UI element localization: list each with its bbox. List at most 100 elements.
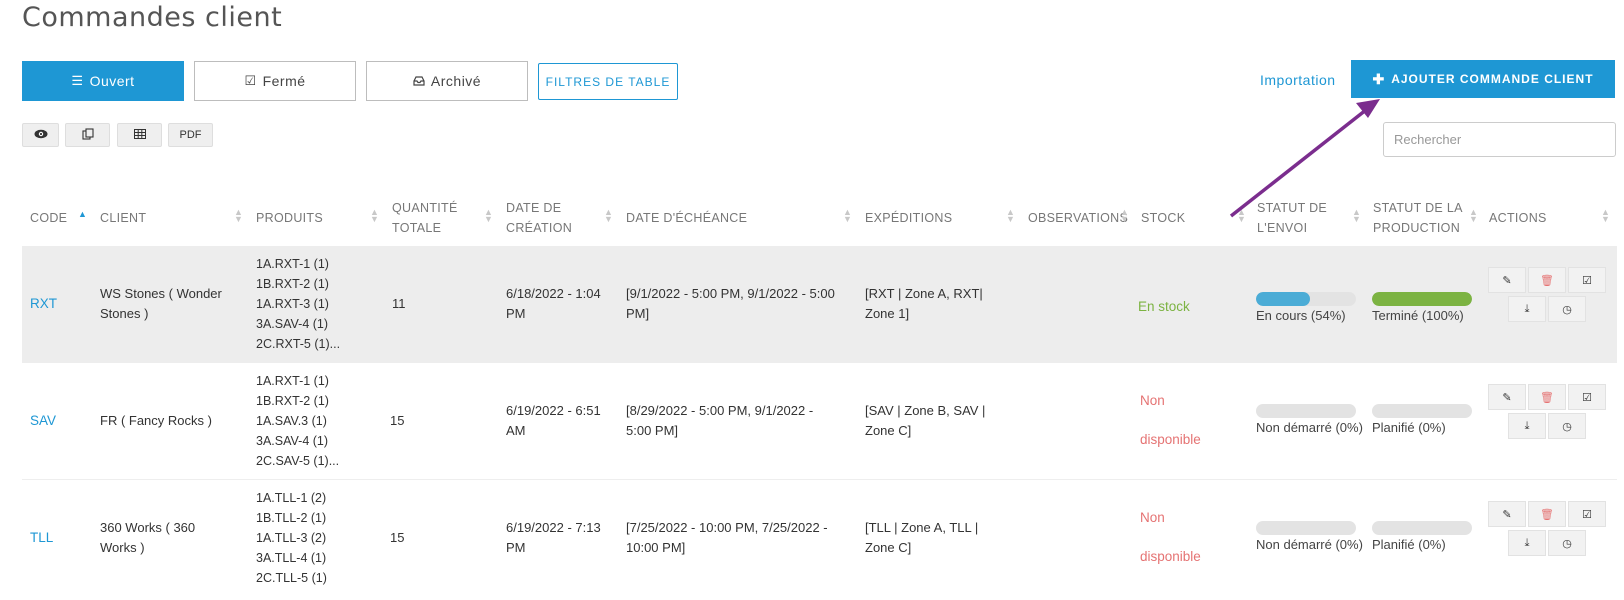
pdf-export-button[interactable]: PDF [168, 123, 213, 147]
sort-products-icon[interactable]: ▲ ▼ [370, 208, 379, 224]
header-production-status[interactable]: STATUT DE LA PRODUCTION [1373, 198, 1463, 238]
delete-button[interactable]: 🗑 [1528, 267, 1566, 293]
order-code-link[interactable]: SAV [30, 411, 56, 431]
product-item: 1A.SAV.3 (1) [256, 414, 327, 428]
product-item: 2C.TLL-5 (1) [256, 571, 327, 585]
client-line1: WS Stones ( Wonder [100, 286, 222, 301]
delete-button[interactable]: 🗑 [1528, 384, 1566, 410]
tab-open[interactable]: ☰ Ouvert [22, 61, 184, 101]
edit-button[interactable]: ✎ [1488, 267, 1526, 293]
tab-archived-label: Archivé [430, 73, 482, 89]
due-date-line1: [9/1/2022 - 5:00 PM, 9/1/2022 - 5:00 [626, 286, 835, 301]
trash-icon: 🗑 [1540, 391, 1554, 404]
client-line2: Stones ) [100, 306, 149, 321]
sort-quantity-icon[interactable]: ▲ ▼ [484, 208, 493, 224]
header-due-date[interactable]: DATE D'ÉCHÉANCE [626, 208, 747, 228]
creation-date-line1: 6/18/2022 - 1:04 [506, 286, 601, 301]
search-input[interactable] [1383, 122, 1616, 157]
header-creation-date-line1: DATE DE [506, 201, 562, 215]
header-client[interactable]: CLIENT [100, 208, 146, 228]
header-creation-date[interactable]: DATE DE CRÉATION [506, 198, 572, 238]
client-line1: FR ( Fancy Rocks ) [100, 413, 212, 428]
sort-due-date-icon[interactable]: ▲ ▼ [843, 208, 852, 224]
sort-shipments-icon[interactable]: ▲ ▼ [1006, 208, 1015, 224]
header-code[interactable]: CODE [30, 208, 67, 228]
shipping-progress-bar [1256, 292, 1356, 306]
product-item: 1B.RXT-2 (1) [256, 394, 329, 408]
product-item: 1A.TLL-3 (2) [256, 531, 327, 545]
stock-status-line1: Non [1140, 393, 1165, 408]
table-icon [133, 128, 146, 142]
stock-status: En stock [1138, 299, 1190, 314]
sort-stock-icon[interactable]: ▲ ▼ [1237, 208, 1246, 224]
sort-actions-icon[interactable]: ▲ ▼ [1601, 208, 1610, 224]
edit-button[interactable]: ✎ [1488, 501, 1526, 527]
download-button[interactable]: ⤓ [1508, 413, 1546, 439]
client-line2: Works ) [100, 540, 145, 555]
creation-date-line2: PM [506, 540, 526, 555]
header-stock[interactable]: STOCK [1141, 208, 1185, 228]
close-order-button[interactable]: ☑ [1568, 267, 1606, 293]
product-item: 1A.RXT-1 (1) [256, 257, 329, 271]
copy-button[interactable] [65, 123, 110, 147]
sort-shipping-status-icon[interactable]: ▲ ▼ [1352, 208, 1361, 224]
import-link[interactable]: Importation [1260, 72, 1336, 88]
column-visibility-button[interactable] [22, 123, 59, 147]
order-code-link[interactable]: TLL [30, 528, 53, 548]
header-total-quantity-line1: QUANTITÉ [392, 201, 458, 215]
close-order-button[interactable]: ☑ [1568, 384, 1606, 410]
order-code-link[interactable]: RXT [30, 294, 57, 314]
total-quantity: 15 [390, 530, 405, 545]
delete-button[interactable]: 🗑 [1528, 501, 1566, 527]
product-item: 1A.RXT-3 (1) [256, 297, 329, 311]
add-customer-order-button[interactable]: ✚ AJOUTER COMMANDE CLIENT [1351, 60, 1615, 98]
table-row: RXT WS Stones ( Wonder Stones ) 1A.RXT-1 (1… [22, 246, 1617, 363]
products-list: 1A.RXT-1 (1) 1B.RXT-2 (1) 1A.RXT-3 (1) 3A.S… [256, 254, 340, 354]
checkbox-icon: ☑ [1582, 274, 1592, 287]
shipments-line2: Zone 1] [865, 306, 910, 321]
creation-date: 6/19/2022 - 6:51 AM [506, 401, 601, 441]
edit-button[interactable]: ✎ [1488, 384, 1526, 410]
header-shipments[interactable]: EXPÉDITIONS [865, 208, 952, 228]
excel-export-button[interactable] [117, 123, 162, 147]
creation-date-line1: 6/19/2022 - 6:51 [506, 403, 601, 418]
due-date: [9/1/2022 - 5:00 PM, 9/1/2022 - 5:00 PM] [626, 284, 835, 324]
sort-client-icon[interactable]: ▲ ▼ [234, 208, 243, 224]
header-shipping-status[interactable]: STATUT DE L'ENVOI [1257, 198, 1327, 238]
shipments-line1: [TLL | Zone A, TLL | [865, 520, 979, 535]
sort-creation-date-icon[interactable]: ▲ ▼ [604, 208, 613, 224]
shipping-progress-bar [1256, 404, 1356, 418]
sort-production-status-icon[interactable]: ▲ ▼ [1469, 208, 1478, 224]
header-total-quantity[interactable]: QUANTITÉ TOTALE [392, 198, 458, 238]
due-date-line2: PM] [626, 306, 650, 321]
sort-code-icon[interactable]: ▲ [78, 210, 87, 219]
details-button[interactable]: ◷ [1548, 413, 1586, 439]
clock-icon: ◷ [1562, 303, 1572, 316]
product-item: 3A.SAV-4 (1) [256, 317, 329, 331]
details-button[interactable]: ◷ [1548, 530, 1586, 556]
header-observations[interactable]: OBSERVATIONS [1028, 208, 1128, 228]
shipments-line1: [SAV | Zone B, SAV | [865, 403, 986, 418]
download-button[interactable]: ⤓ [1508, 296, 1546, 322]
tab-closed[interactable]: ☑ Fermé [194, 61, 356, 101]
header-creation-date-line2: CRÉATION [506, 221, 573, 235]
header-products[interactable]: PRODUITS [256, 208, 323, 228]
production-status-label: Terminé (100%) [1372, 308, 1464, 323]
close-order-button[interactable]: ☑ [1568, 501, 1606, 527]
shipments-line1: [RXT | Zone A, RXT| [865, 286, 983, 301]
shipping-progress-fill [1256, 292, 1310, 306]
download-icon: ⤓ [1524, 536, 1530, 549]
details-button[interactable]: ◷ [1548, 296, 1586, 322]
download-button[interactable]: ⤓ [1508, 530, 1546, 556]
download-icon: ⤓ [1524, 302, 1530, 315]
tab-archived[interactable]: Archivé [366, 61, 528, 101]
edit-icon: ✎ [1502, 391, 1512, 404]
add-customer-order-label: AJOUTER COMMANDE CLIENT [1391, 72, 1594, 86]
list-icon: ☰ [71, 73, 84, 88]
table-filters-button[interactable]: FILTRES DE TABLE [538, 63, 678, 100]
checkbox-icon: ☑ [1582, 391, 1592, 404]
shipments-line2: Zone C] [865, 540, 912, 555]
header-production-status-line2: PRODUCTION [1373, 221, 1461, 235]
product-item: 2C.RXT-5 (1)... [256, 337, 341, 351]
sort-observations-icon[interactable]: ▲ ▼ [1120, 208, 1129, 224]
